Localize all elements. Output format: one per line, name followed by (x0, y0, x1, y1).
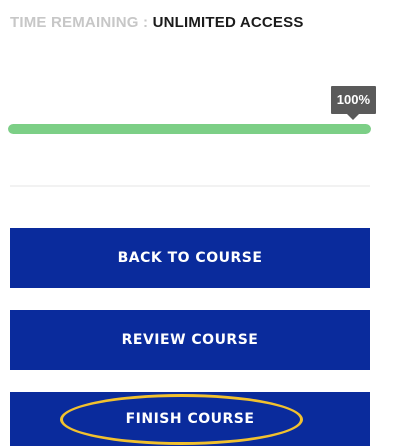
progress-track (8, 124, 371, 134)
time-remaining-value: UNLIMITED ACCESS (152, 14, 304, 31)
divider (10, 185, 370, 187)
progress-section: 100% (8, 86, 376, 146)
review-course-button[interactable]: REVIEW COURSE (10, 310, 370, 370)
back-to-course-button[interactable]: BACK TO COURSE (10, 228, 370, 288)
progress-percent-badge: 100% (330, 86, 376, 114)
progress-fill (8, 124, 371, 134)
course-progress-panel: TIME REMAINING : UNLIMITED ACCESS 100% B… (0, 0, 396, 446)
time-remaining: TIME REMAINING : UNLIMITED ACCESS (10, 12, 330, 34)
finish-course-button[interactable]: FINISH COURSE (10, 392, 370, 446)
time-remaining-label: TIME REMAINING : (10, 14, 153, 31)
